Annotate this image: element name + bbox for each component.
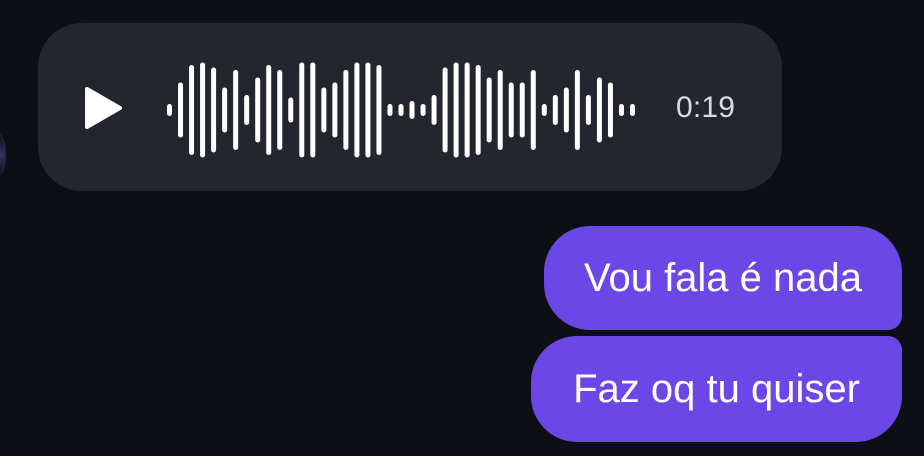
waveform-bar [618, 104, 624, 116]
waveform-bar [508, 82, 514, 138]
waveform-bar [497, 70, 503, 150]
waveform-bar [310, 62, 316, 158]
sender-avatar[interactable] [0, 134, 6, 176]
waveform-bar [530, 70, 536, 150]
waveform-bar [574, 70, 580, 150]
waveform-bar [442, 67, 448, 153]
waveform-bar [365, 62, 371, 158]
waveform-bar [387, 104, 393, 116]
waveform-bar [211, 67, 217, 153]
chat-thread: 0:19 Vou fala é nada Faz oq tu quiser [0, 0, 924, 456]
message-text: Faz oq tu quiser [573, 367, 860, 411]
waveform-bar [431, 95, 437, 125]
waveform-bar [178, 82, 184, 138]
message-text: Vou fala é nada [583, 256, 863, 300]
waveform-bar [453, 62, 459, 158]
waveform-bar [299, 62, 305, 158]
waveform-bar [376, 65, 382, 155]
waveform-bar [629, 104, 635, 116]
waveform-bar [332, 82, 338, 138]
waveform-bar [420, 104, 426, 116]
waveform-bar [607, 82, 613, 138]
waveform-bar [189, 65, 195, 155]
waveform-bar [519, 82, 525, 138]
waveform-bar [343, 70, 349, 150]
outgoing-message[interactable]: Vou fala é nada [544, 226, 902, 330]
waveform-bar [464, 62, 470, 158]
waveform-bar [167, 104, 173, 116]
waveform-bar [266, 65, 272, 155]
waveform-bar [277, 70, 283, 150]
waveform-bar [486, 77, 492, 143]
audio-waveform[interactable] [164, 58, 638, 162]
waveform-bar [244, 95, 250, 125]
waveform-bar [354, 62, 360, 158]
waveform-bar [233, 70, 239, 150]
waveform-bar [596, 77, 602, 143]
waveform-bar [200, 62, 206, 158]
waveform-bar [255, 77, 261, 143]
waveform-bar [222, 87, 228, 133]
waveform-bar [563, 87, 569, 133]
waveform-bar [288, 97, 294, 123]
play-button[interactable] [80, 85, 126, 131]
waveform-bar [321, 87, 327, 133]
waveform-bar [552, 95, 558, 125]
voice-duration: 0:19 [676, 91, 736, 124]
play-icon [83, 86, 123, 130]
outgoing-message[interactable]: Faz oq tu quiser [531, 336, 902, 442]
waveform-bar [541, 104, 547, 116]
waveform-bar [475, 65, 481, 155]
waveform-bar [398, 104, 404, 116]
waveform-bar [585, 95, 591, 125]
waveform-bar [409, 101, 415, 119]
